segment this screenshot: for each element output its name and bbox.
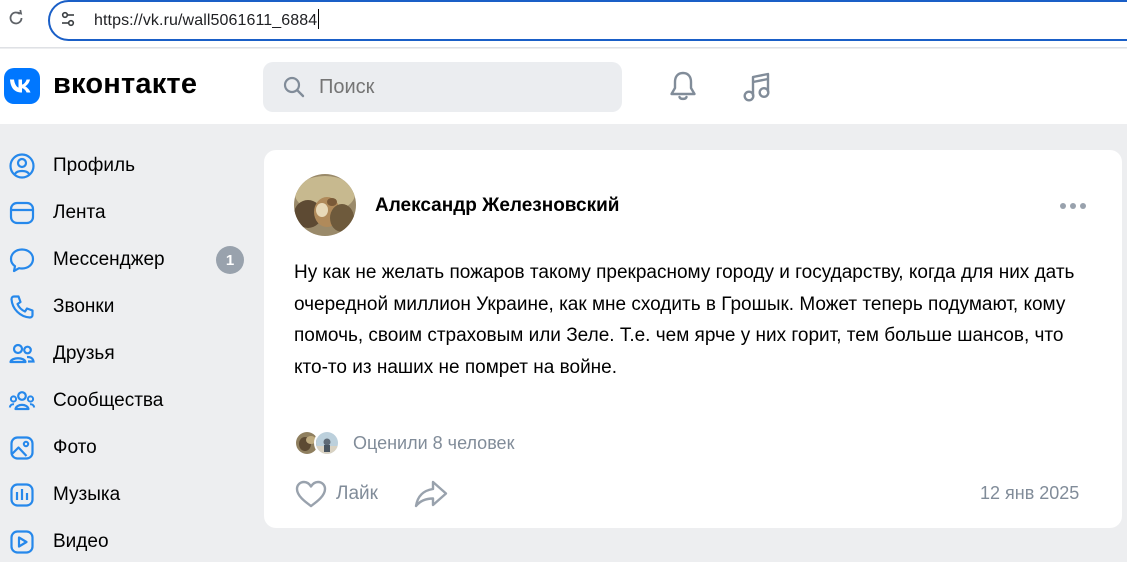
site-info-icon[interactable]: [58, 9, 80, 29]
search-icon: [282, 75, 306, 99]
sidebar-item-communities[interactable]: Сообщества: [0, 381, 250, 421]
sidebar-item-label: Фото: [53, 437, 97, 458]
search-input[interactable]: [319, 74, 599, 100]
phone-icon: [8, 293, 36, 321]
sidebar-item-profile[interactable]: Профиль: [0, 146, 250, 186]
author-name[interactable]: Александр Железновский: [375, 195, 619, 217]
sidebar-item-label: Музыка: [53, 484, 121, 505]
photo-icon: [8, 434, 36, 462]
music-icon[interactable]: [740, 70, 774, 104]
video-icon: [8, 528, 36, 556]
sidebar-item-music[interactable]: Музыка: [0, 475, 250, 515]
author-avatar[interactable]: [294, 174, 356, 236]
sidebar-item-video[interactable]: Видео: [0, 522, 250, 562]
post-text: Ну как не желать пожаров такому прекрасн…: [294, 262, 1075, 378]
sidebar-item-friends[interactable]: Друзья: [0, 334, 250, 374]
friends-icon: [8, 340, 36, 368]
sidebar-item-label: Сообщества: [53, 390, 164, 411]
sidebar-item-calls[interactable]: Звонки: [0, 287, 250, 327]
sidebar-item-feed[interactable]: Лента: [0, 193, 250, 233]
browser-toolbar: https://vk.ru/wall5061611_6884: [0, 0, 1127, 48]
sidebar-item-photos[interactable]: Фото: [0, 428, 250, 468]
post-date[interactable]: 12 янв 2025: [980, 483, 1079, 504]
vk-logo-icon[interactable]: [4, 68, 40, 104]
feed-icon: [8, 199, 36, 227]
liker-avatars[interactable]: [294, 430, 344, 456]
unread-badge: 1: [216, 246, 244, 274]
wall-post: Александр Железновский Ну как не желать …: [264, 150, 1122, 528]
like-button[interactable]: Лайк: [294, 478, 378, 510]
sidebar-item-label: Лента: [53, 202, 106, 223]
url-value: https://vk.ru/wall5061611_6884: [94, 12, 318, 29]
sidebar-item-label: Друзья: [53, 343, 115, 364]
url-input[interactable]: https://vk.ru/wall5061611_6884: [94, 9, 320, 30]
profile-icon: [8, 152, 36, 180]
heart-icon: [295, 480, 327, 508]
sidebar-item-label: Звонки: [53, 296, 115, 317]
reload-icon[interactable]: [6, 8, 26, 28]
search-box[interactable]: [263, 62, 622, 112]
liker-avatar: [314, 430, 340, 456]
music-icon: [8, 481, 36, 509]
likes-summary[interactable]: Оценили 8 человек: [353, 433, 514, 454]
like-label: Лайк: [336, 483, 378, 504]
communities-icon: [8, 387, 36, 415]
share-icon[interactable]: [413, 478, 449, 510]
site-header: вконтакте: [0, 49, 1127, 124]
vk-wordmark[interactable]: вконтакте: [53, 68, 197, 101]
sidebar-item-label: Видео: [53, 531, 109, 552]
sidebar-item-label: Мессенджер: [53, 249, 165, 270]
messenger-icon: [8, 246, 36, 274]
sidebar-item-messenger[interactable]: Мессенджер 1: [0, 240, 250, 280]
text-caret: [318, 9, 320, 29]
bell-icon[interactable]: [667, 69, 699, 103]
more-options-icon[interactable]: [1056, 196, 1090, 216]
sidebar-item-label: Профиль: [53, 155, 136, 176]
